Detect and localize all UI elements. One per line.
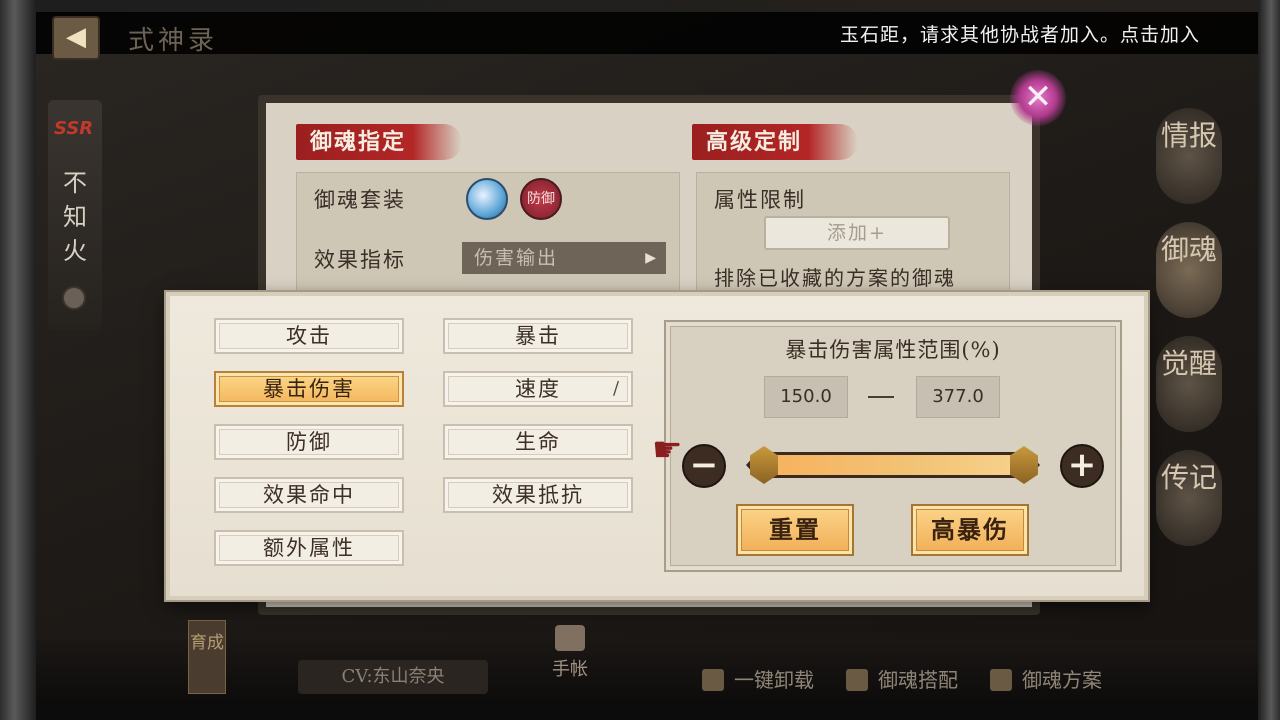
attr-hp-button[interactable]: 生命 xyxy=(443,424,633,460)
back-button[interactable]: ◀ xyxy=(52,16,100,60)
high-crit-damage-button[interactable]: 高暴伤 xyxy=(911,504,1029,556)
plus-button[interactable]: + xyxy=(1060,444,1104,488)
brush-icon: / xyxy=(613,378,622,399)
range-title: 暴击伤害属性范围(%) xyxy=(785,338,1001,362)
voice-actor-label: CV:东山奈央 xyxy=(298,660,488,694)
range-max-input[interactable]: 377.0 xyxy=(916,376,1000,418)
minus-icon: − xyxy=(689,445,719,485)
range-min-input[interactable]: 150.0 xyxy=(764,376,848,418)
range-separator xyxy=(868,396,894,398)
attr-effect-hit-button[interactable]: 效果命中 xyxy=(214,477,404,513)
nurture-button[interactable]: 育成 xyxy=(188,620,226,694)
attr-speed-label: 速度 xyxy=(515,377,561,401)
metric-value: 伤害输出 xyxy=(474,247,559,269)
soul-plans-button[interactable]: 御魂方案 xyxy=(990,664,1102,693)
tab-biography[interactable]: 传记 xyxy=(1156,450,1222,546)
attr-defense-button[interactable]: 防御 xyxy=(214,424,404,460)
page-title: 式神录 xyxy=(128,26,219,56)
section-title-advanced: 高级定制 xyxy=(692,124,858,160)
add-button[interactable]: 添加+ xyxy=(764,216,950,250)
handbook-button[interactable]: 手帐 xyxy=(540,625,600,681)
attribute-limit-label: 属性限制 xyxy=(714,188,806,212)
plans-label: 御魂方案 xyxy=(1022,668,1102,692)
minus-button[interactable]: − xyxy=(682,444,726,488)
right-frame xyxy=(1258,0,1280,720)
plans-icon xyxy=(990,669,1012,691)
tab-awaken[interactable]: 觉醒 xyxy=(1156,336,1222,432)
soul-match-button[interactable]: 御魂搭配 xyxy=(846,664,958,693)
close-icon[interactable]: ✕ xyxy=(1010,70,1066,126)
attr-crit-button[interactable]: 暴击 xyxy=(443,318,633,354)
plus-icon: + xyxy=(1067,445,1097,485)
unload-icon xyxy=(702,669,724,691)
rarity-badge: SSR xyxy=(54,118,94,139)
tab-info[interactable]: 情报 xyxy=(1156,108,1222,204)
attr-effect-resist-button[interactable]: 效果抵抗 xyxy=(443,477,633,513)
attr-speed-button[interactable]: 速度 / xyxy=(443,371,633,407)
attr-crit-damage-button[interactable]: 暴击伤害 xyxy=(214,371,404,407)
back-arrow-icon: ◀ xyxy=(66,22,86,52)
metric-select[interactable]: 伤害输出 ▶ xyxy=(462,242,666,274)
range-slider-fill xyxy=(764,455,1024,475)
defense-set-icon[interactable]: 防御 xyxy=(520,178,562,220)
unload-all-button[interactable]: 一键卸载 xyxy=(702,664,814,693)
announcement-marquee[interactable]: 玉石距，请求其他协战者加入。点击加入 xyxy=(840,20,1222,46)
match-icon xyxy=(846,669,868,691)
left-frame xyxy=(0,0,36,720)
exclude-label[interactable]: 排除已收藏的方案的御魂 xyxy=(714,262,956,291)
reset-button[interactable]: 重置 xyxy=(736,504,854,556)
seal-icon xyxy=(62,286,86,310)
match-label: 御魂搭配 xyxy=(878,668,958,692)
play-arrow-icon: ▶ xyxy=(645,250,658,266)
handbook-icon xyxy=(555,625,585,651)
pointer-hand-icon: ☛ xyxy=(652,430,683,470)
metric-label: 效果指标 xyxy=(314,248,406,272)
attr-attack-button[interactable]: 攻击 xyxy=(214,318,404,354)
handbook-label: 手帐 xyxy=(552,659,588,680)
tab-yuhun[interactable]: 御魂 xyxy=(1156,222,1222,318)
unload-label: 一键卸载 xyxy=(734,668,814,692)
section-title-soul-designation: 御魂指定 xyxy=(296,124,462,160)
soul-set-label: 御魂套装 xyxy=(314,188,406,212)
soul-set-icon[interactable] xyxy=(466,178,508,220)
character-name: 不知火 xyxy=(63,169,87,265)
attr-extra-button[interactable]: 额外属性 xyxy=(214,530,404,566)
